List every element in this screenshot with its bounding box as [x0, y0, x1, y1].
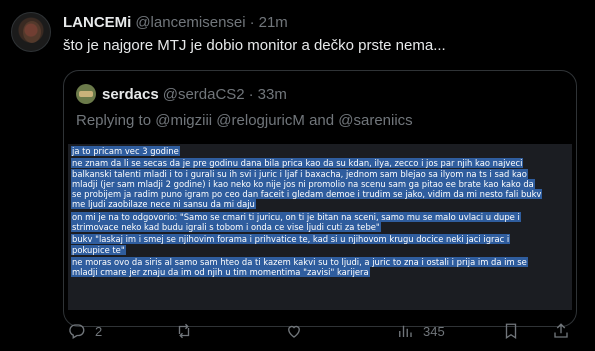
author-handle[interactable]: @lancemisensei [135, 14, 245, 31]
share-button[interactable] [552, 319, 570, 343]
bookmark-button[interactable] [502, 319, 520, 343]
timestamp[interactable]: 21m [259, 14, 288, 31]
views-count: 345 [423, 323, 445, 339]
replying-to: Replying to @migziii @relogjuricM and @s… [76, 112, 413, 129]
quoted-tweet[interactable]: serdacs @serdaCS2 · 33m Replying to @mig… [63, 70, 577, 327]
chat-line: mladji (jer sam mladji 2 godine) i kao n… [71, 178, 535, 189]
repost-button[interactable] [175, 319, 202, 343]
views-button[interactable]: 345 [396, 319, 445, 343]
chat-line: balkanski talenti mladi i to i gurali su… [71, 168, 528, 179]
chat-line: ne znam da li se secas da je pre godinu … [71, 158, 524, 169]
avatar[interactable] [11, 12, 51, 52]
author-name[interactable]: LANCEMi [63, 14, 131, 31]
quoted-timestamp: 33m [257, 85, 287, 103]
mention-migziii: @migziii [155, 112, 213, 129]
tweet[interactable]: LANCEMi @lancemisensei · 21m što je najg… [0, 0, 595, 351]
chat-line: ne moras ovo da siris al samo sam hteo d… [71, 256, 528, 267]
mention-sareniics: @sareniics [338, 112, 413, 129]
chat-screenshot-image[interactable]: ja to pricam vec 3 godine ne znam da li … [68, 144, 572, 310]
reply-button[interactable]: 2 [68, 319, 102, 343]
chat-line: me ljudi zaobilaze nece ni sansu da mi d… [71, 199, 256, 210]
separator-dot: · [248, 85, 254, 103]
reply-count: 2 [95, 323, 103, 339]
and-word: and [309, 112, 335, 129]
chat-line: on mi je na to odgovorio: "Samo se cmari… [71, 211, 521, 222]
action-bar: 2 345 [63, 319, 583, 343]
tweet-text: što je najgore MTJ je dobio monitor a de… [63, 37, 446, 54]
views-icon [399, 325, 412, 337]
chat-line: mladji cmare jer znaju da im od njih u t… [71, 267, 370, 278]
separator-dot: · [249, 14, 255, 31]
quoted-header: serdacs @serdaCS2 · 33m [76, 84, 287, 104]
chat-line: strimovace neko kad budu igrali s tobom … [71, 222, 381, 233]
chat-line: se probijem ja radim puno igram po ceo d… [71, 189, 543, 200]
chat-line: pokupice te" [71, 244, 126, 255]
reply-icon [69, 324, 85, 339]
repost-icon [178, 323, 190, 339]
share-icon [554, 323, 568, 338]
quoted-author-name: serdacs [102, 85, 159, 103]
chat-line: ja to pricam vec 3 godine [71, 146, 180, 156]
heart-icon [288, 325, 300, 338]
like-button[interactable] [285, 319, 312, 343]
mention-relogjuricm: @relogjuricM [216, 112, 305, 129]
tweet-header: LANCEMi @lancemisensei · 21m [63, 14, 288, 34]
bookmark-icon [505, 323, 517, 340]
quoted-avatar [76, 84, 96, 104]
quoted-author-handle: @serdaCS2 [162, 85, 245, 103]
replying-prefix: Replying to [76, 112, 152, 129]
chat-line: bukv "laskaj im i smej se njihovim foram… [71, 234, 511, 245]
